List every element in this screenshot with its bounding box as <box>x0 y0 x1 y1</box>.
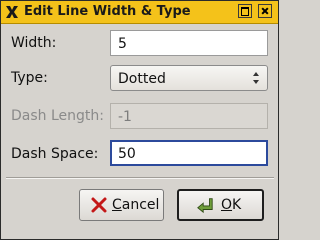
dialog-window: Edit Line Width & Type Width: 5 Type: Do… <box>0 0 279 240</box>
app-x-icon <box>6 6 18 18</box>
title-bar[interactable]: Edit Line Width & Type <box>1 1 278 24</box>
select-arrows-icon <box>253 72 259 84</box>
cancel-button-label: Cancel <box>112 197 159 213</box>
cancel-button[interactable]: Cancel <box>79 189 164 221</box>
ok-mnemonic: O <box>221 197 233 213</box>
x-cancel-icon <box>91 197 107 213</box>
ok-button[interactable]: OK <box>177 189 264 221</box>
dash-space-label: Dash Space: <box>11 146 99 162</box>
divider <box>6 177 274 179</box>
type-label: Type: <box>11 70 48 86</box>
width-field[interactable]: 5 <box>110 30 268 56</box>
dash-length-label: Dash Length: <box>11 108 104 124</box>
window-title: Edit Line Width & Type <box>24 4 191 19</box>
dash-length-field: -1 <box>110 103 268 129</box>
width-label: Width: <box>11 35 57 51</box>
ok-button-label: OK <box>221 197 241 213</box>
dash-space-field[interactable]: 50 <box>110 140 268 166</box>
cancel-label-rest: ancel <box>121 197 160 213</box>
type-select[interactable]: Dotted <box>110 65 268 91</box>
type-select-value: Dotted <box>118 71 166 87</box>
cancel-mnemonic: C <box>112 197 122 213</box>
ok-label-rest: K <box>232 197 242 213</box>
green-arrow-ok-icon <box>197 198 213 214</box>
close-button[interactable] <box>258 4 272 18</box>
maximize-button[interactable] <box>238 4 252 18</box>
